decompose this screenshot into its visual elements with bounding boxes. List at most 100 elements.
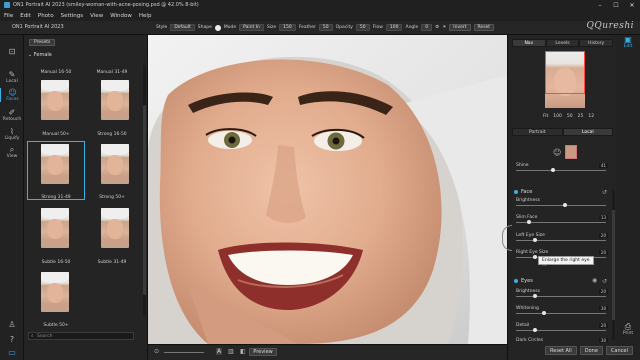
opacity-field[interactable]: 50 (355, 24, 370, 31)
detail-handle[interactable] (533, 328, 538, 332)
preset-thumbnail[interactable] (101, 144, 129, 184)
print-tab[interactable]: ⎙ Print (616, 322, 640, 336)
slim-face-handle[interactable] (527, 220, 532, 224)
face-section-header[interactable]: Face (514, 189, 532, 195)
presets-button[interactable]: Presets (29, 39, 56, 46)
preview-button[interactable]: Preview (249, 348, 277, 356)
dark-circles-value[interactable]: 30 (598, 338, 608, 343)
face-thumbnail[interactable] (565, 145, 578, 159)
reset-all-button[interactable]: Reset All (545, 346, 577, 355)
eye-icon[interactable]: ◉ (592, 277, 597, 284)
close-button[interactable]: ✕ (624, 0, 640, 10)
menu-edit[interactable]: Edit (20, 13, 31, 19)
zoom-slider[interactable] (164, 352, 204, 353)
mask-view-icon[interactable]: ◧ (240, 348, 246, 355)
menu-window[interactable]: Window (110, 13, 132, 19)
menu-help[interactable]: Help (139, 13, 152, 19)
person-icon[interactable]: ♙ (0, 320, 24, 329)
slim-face-row: Slim Face 13 (516, 215, 612, 224)
compare-icon[interactable]: A (216, 348, 223, 355)
mode-dropdown[interactable]: Paint In (239, 24, 264, 31)
feather-field[interactable]: 50 (318, 24, 333, 31)
eyes-brightness-value[interactable]: 20 (598, 289, 608, 294)
preset-thumbnail[interactable] (41, 80, 69, 120)
split-view-icon[interactable]: ▥ (228, 348, 234, 355)
reset-section-icon[interactable]: ↺ (602, 189, 607, 196)
whitening-handle[interactable] (541, 311, 546, 315)
zoom-50[interactable]: 50 (567, 114, 573, 119)
menu-settings[interactable]: Settings (61, 13, 84, 19)
face-brightness-handle[interactable] (563, 203, 568, 207)
preset-thumbnail[interactable] (41, 144, 69, 184)
slim-face-value[interactable]: 13 (598, 215, 608, 220)
shine-slider[interactable] (516, 170, 606, 171)
preset-thumbnail[interactable] (101, 80, 129, 120)
style-dropdown[interactable]: Default (170, 24, 195, 31)
panel-scrollbar[interactable] (612, 190, 615, 340)
zoom-fit[interactable]: Fit (543, 114, 548, 119)
done-button[interactable]: Done (579, 346, 603, 355)
shine-slider-row: Shine 41 (516, 163, 612, 172)
shine-slider-handle[interactable] (551, 168, 556, 172)
tool-faces[interactable]: ☺ Faces (0, 88, 24, 102)
preset-thumbnail[interactable] (41, 208, 69, 248)
left-eye-size-value[interactable]: 20 (598, 233, 608, 238)
zoom-100[interactable]: 100 (553, 114, 562, 119)
reset-section-icon[interactable]: ↺ (602, 278, 607, 285)
browser-scrollbar[interactable] (143, 65, 146, 315)
tool-view[interactable]: ⌕ View (0, 145, 24, 159)
tab-portrait[interactable]: Portrait (512, 128, 563, 136)
section-toggle-icon[interactable] (514, 279, 518, 283)
preset-thumbnail[interactable] (41, 272, 69, 312)
minimize-button[interactable]: – (592, 0, 608, 10)
flow-field[interactable]: 100 (385, 24, 403, 31)
detail-slider[interactable] (516, 330, 606, 331)
cancel-button[interactable]: Cancel (605, 346, 633, 355)
reset-button[interactable]: Reset (473, 24, 495, 31)
add-face-icon[interactable]: ☺ (553, 148, 561, 157)
eyes-brightness-handle[interactable] (533, 294, 538, 298)
eyes-brightness-slider[interactable] (516, 296, 606, 297)
section-toggle-icon[interactable] (514, 190, 518, 194)
folder-female[interactable]: ⌄ Female (28, 52, 52, 58)
zoom-12[interactable]: 12 (588, 114, 594, 119)
whitening-value[interactable]: 30 (598, 306, 608, 311)
angle-field[interactable]: 0 (421, 24, 433, 31)
eyes-section-header[interactable]: Eyes (514, 278, 533, 284)
edit-tab[interactable]: ▣ Edit (616, 35, 640, 49)
menu-view[interactable]: View (90, 13, 103, 19)
whitening-slider[interactable] (516, 313, 606, 314)
right-eye-size-handle[interactable] (533, 255, 538, 259)
tab-history[interactable]: History (579, 39, 614, 47)
maximize-button[interactable]: ☐ (608, 0, 624, 10)
detail-value[interactable]: 20 (598, 323, 608, 328)
zoom-icon[interactable]: ⊙ (154, 348, 159, 355)
right-eye-size-value[interactable]: 20 (598, 250, 608, 255)
size-field[interactable]: 150 (279, 24, 296, 31)
settings-icon[interactable]: ⚙ (435, 25, 439, 30)
brush-cursor-outline (502, 225, 512, 251)
left-eye-size-handle[interactable] (533, 238, 538, 242)
tool-retouch[interactable]: ✐ Retouch (0, 108, 24, 122)
tab-local[interactable]: Local (562, 128, 613, 136)
tool-crop[interactable]: ⊡ (0, 47, 24, 56)
tool-liquify[interactable]: ⌇ Liquify (0, 127, 24, 141)
menu-file[interactable]: File (4, 13, 13, 19)
invert-button[interactable]: Invert (449, 24, 471, 31)
face-brightness-slider[interactable] (516, 205, 606, 206)
search-input[interactable]: ⌕ Search (28, 332, 134, 340)
brush-shape-icon[interactable] (214, 24, 221, 31)
tool-local[interactable]: ✎ Local (0, 70, 24, 84)
preset-thumbnail[interactable] (101, 208, 129, 248)
layout-icon[interactable]: ▭ (0, 348, 24, 357)
shine-value[interactable]: 41 (598, 163, 608, 168)
left-eye-size-slider[interactable] (516, 240, 606, 241)
tab-nav[interactable]: Nav (512, 39, 546, 47)
image-canvas[interactable] (148, 35, 507, 344)
menu-photo[interactable]: Photo (38, 13, 54, 19)
brightness-icon[interactable]: ☀ (442, 25, 446, 30)
zoom-25[interactable]: 25 (578, 114, 584, 119)
navigator-viewport[interactable] (545, 51, 585, 94)
help-icon[interactable]: ? (0, 335, 24, 344)
tab-levels[interactable]: Levels (545, 39, 580, 47)
